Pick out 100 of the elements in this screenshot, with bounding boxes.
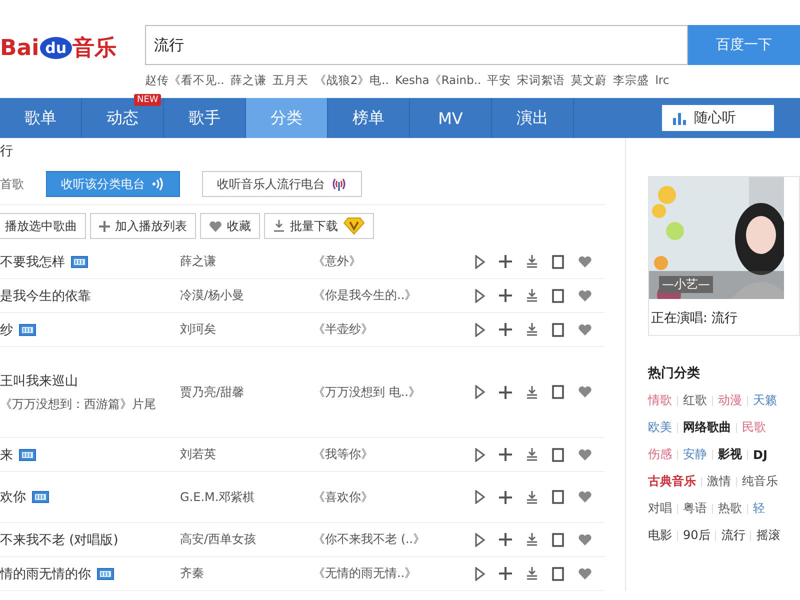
category-tag[interactable]: 激情	[707, 473, 731, 490]
album-link[interactable]: 《你是我今生的..》	[313, 287, 475, 304]
download-icon[interactable]	[526, 386, 538, 398]
song-title[interactable]: 不要我怎样	[0, 252, 65, 270]
mv-icon[interactable]	[19, 448, 36, 460]
artist-link[interactable]: 冷漠/杨小曼	[180, 287, 313, 304]
toolbar-button[interactable]: 批量下载	[264, 213, 374, 239]
hot-search-link[interactable]: 《战狼2》电..	[314, 73, 389, 88]
category-tag[interactable]: 古典音乐	[648, 473, 696, 490]
mv-icon[interactable]	[32, 491, 49, 503]
artist-link[interactable]: G.E.M.邓紫棋	[180, 488, 313, 506]
category-tag[interactable]: 天籁	[753, 392, 777, 409]
song-title[interactable]: 不来我不老 (对唱版)	[0, 530, 118, 548]
category-tag[interactable]: 90后	[683, 527, 710, 544]
album-link[interactable]: 《万万没想到 电..》	[313, 384, 475, 400]
category-tag[interactable]: 热歌	[718, 500, 742, 517]
artist-link[interactable]: 刘珂矣	[180, 321, 313, 338]
bookmark-icon[interactable]	[552, 490, 564, 504]
category-tag[interactable]: 影视	[718, 446, 742, 463]
play-icon[interactable]	[475, 254, 485, 268]
artist-link[interactable]: 齐秦	[180, 565, 313, 582]
toolbar-button[interactable]: 加入播放列表	[90, 213, 196, 239]
play-icon[interactable]	[475, 566, 485, 580]
search-field[interactable]: 流行	[145, 25, 688, 65]
logo-suffix[interactable]: 音乐	[72, 33, 117, 63]
download-icon[interactable]	[526, 255, 538, 268]
category-tag[interactable]: DJ	[753, 448, 768, 462]
toolbar-button[interactable]: 播放选中歌曲	[0, 213, 86, 239]
download-icon[interactable]	[526, 289, 538, 302]
nav-tab[interactable]: MV	[410, 98, 492, 138]
category-tag[interactable]: 流行	[721, 527, 746, 544]
hot-search-link[interactable]: 薛之谦	[230, 73, 266, 88]
song-title[interactable]: 情的雨无情的你	[0, 564, 91, 582]
album-link[interactable]: 《无情的雨无情..》	[313, 565, 475, 582]
plus-icon[interactable]	[499, 255, 512, 268]
nav-tab[interactable]: NEW 动态	[82, 98, 164, 138]
hot-search-link[interactable]: 宋词絮语	[517, 73, 566, 88]
song-title[interactable]: 纱	[0, 320, 13, 338]
hot-search-link[interactable]: lrc	[655, 73, 670, 88]
song-title[interactable]: 是我今生的依靠	[0, 286, 91, 304]
heart-icon[interactable]	[578, 534, 592, 546]
album-link[interactable]: 《我等你》	[313, 446, 475, 463]
nav-tab[interactable]: 歌单	[0, 98, 82, 138]
play-icon[interactable]	[475, 532, 485, 546]
bookmark-icon[interactable]	[552, 532, 564, 546]
album-link[interactable]: 《半壶纱》	[313, 321, 475, 338]
album-link[interactable]: 《意外》	[313, 253, 475, 270]
radio-station-button[interactable]: 收听音乐人流行电台	[202, 171, 362, 197]
heart-icon[interactable]	[578, 491, 592, 503]
download-icon[interactable]	[526, 323, 538, 336]
mv-icon[interactable]	[71, 256, 88, 268]
plus-icon[interactable]	[499, 386, 512, 398]
category-tag[interactable]: 红歌	[683, 392, 707, 409]
play-icon[interactable]	[475, 448, 485, 462]
hot-search-link[interactable]: 五月天	[272, 73, 308, 88]
plus-icon[interactable]	[499, 567, 512, 580]
artist-link[interactable]: 贾乃亮/甜馨	[180, 384, 313, 400]
heart-icon[interactable]	[578, 568, 592, 580]
plus-icon[interactable]	[499, 490, 512, 504]
heart-icon[interactable]	[578, 256, 592, 268]
hot-search-link[interactable]: 平安	[487, 73, 512, 88]
category-tag[interactable]: 轻	[753, 500, 765, 517]
download-icon[interactable]	[526, 533, 538, 546]
bookmark-icon[interactable]	[552, 566, 564, 580]
plus-icon[interactable]	[499, 323, 512, 336]
nav-tab[interactable]: 演出	[492, 98, 574, 138]
hot-search-link[interactable]: Kesha《Rainb..	[394, 73, 482, 88]
toolbar-button[interactable]: 收藏	[200, 213, 260, 239]
category-tag[interactable]: 电影	[648, 527, 672, 544]
song-title[interactable]: 欢你	[0, 488, 26, 506]
plus-icon[interactable]	[499, 289, 512, 302]
plus-icon[interactable]	[499, 448, 512, 461]
bookmark-icon[interactable]	[552, 448, 564, 462]
mv-icon[interactable]	[97, 568, 114, 580]
play-icon[interactable]	[475, 385, 485, 399]
category-tag[interactable]: 摇滚	[756, 527, 780, 544]
bookmark-icon[interactable]	[552, 385, 564, 399]
download-icon[interactable]	[526, 448, 538, 461]
bookmark-icon[interactable]	[552, 322, 564, 336]
category-tag[interactable]: 伤感	[648, 446, 672, 463]
heart-icon[interactable]	[578, 290, 592, 302]
hot-search-link[interactable]: 莫文蔚	[571, 73, 608, 88]
random-listen-button[interactable]: 随心听	[662, 105, 774, 131]
artist-link[interactable]: 薛之谦	[180, 253, 313, 270]
hot-search-link[interactable]: 赵传《看不见..	[145, 73, 224, 88]
song-title[interactable]: 王叫我来巡山	[0, 372, 78, 390]
category-tag[interactable]: 民歌	[742, 419, 766, 436]
category-tag[interactable]: 安静	[683, 446, 707, 463]
download-icon[interactable]	[526, 567, 538, 580]
logo-paw-badge[interactable]: du	[40, 37, 72, 59]
play-icon[interactable]	[475, 490, 485, 504]
category-tag[interactable]: 粤语	[683, 500, 707, 517]
heart-icon[interactable]	[578, 324, 592, 336]
heart-icon[interactable]	[578, 386, 592, 398]
nav-tab[interactable]: 榜单	[328, 98, 410, 138]
song-title[interactable]: 来	[0, 446, 13, 464]
album-link[interactable]: 《你不来我不老 (..》	[313, 531, 475, 548]
category-tag[interactable]: 欧美	[648, 419, 672, 436]
play-icon[interactable]	[475, 322, 485, 336]
play-icon[interactable]	[475, 288, 485, 302]
